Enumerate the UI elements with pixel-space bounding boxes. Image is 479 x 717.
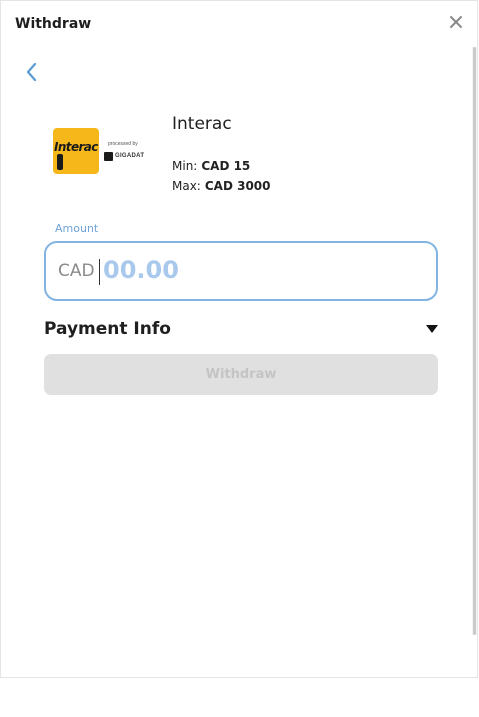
payment-method-logo: Interac processed by GIGADAT [53, 128, 163, 176]
payment-info-toggle[interactable]: Payment Info [44, 317, 438, 343]
max-limit: Max: CAD 3000 [172, 179, 271, 193]
back-button[interactable] [23, 61, 41, 83]
chevron-left-icon [26, 62, 37, 82]
close-icon [450, 16, 462, 28]
gigadat-icon [104, 152, 113, 161]
payment-method-name: Interac [172, 114, 232, 134]
gigadat-label: GIGADAT [115, 153, 145, 159]
min-value: CAD 15 [201, 159, 251, 173]
payment-info-label: Payment Info [44, 319, 171, 339]
amount-input[interactable]: CAD 00.00 [44, 241, 438, 301]
withdraw-button-label: Withdraw [205, 367, 277, 382]
min-limit: Min: CAD 15 [172, 159, 250, 173]
caret-down-icon [426, 325, 438, 333]
text-caret [99, 259, 100, 285]
scrollbar-thumb[interactable] [473, 47, 476, 635]
withdraw-button[interactable]: Withdraw [44, 354, 438, 395]
interac-logo: Interac [53, 128, 99, 174]
processed-by-text: processed by [108, 141, 138, 147]
interac-logo-text: Interac [54, 140, 98, 154]
amount-label: Amount [55, 222, 99, 235]
withdraw-modal: Withdraw Interac processed by GIGADAT In… [0, 0, 478, 678]
modal-title: Withdraw [15, 16, 92, 32]
min-label: Min: [172, 159, 198, 173]
currency-prefix: CAD [58, 261, 95, 281]
amount-value[interactable]: 00.00 [103, 256, 179, 284]
max-value: CAD 3000 [204, 179, 271, 193]
close-button[interactable] [449, 15, 463, 29]
max-label: Max: [172, 179, 201, 193]
modal-header: Withdraw [1, 1, 477, 47]
interac-hand-icon [57, 154, 63, 170]
